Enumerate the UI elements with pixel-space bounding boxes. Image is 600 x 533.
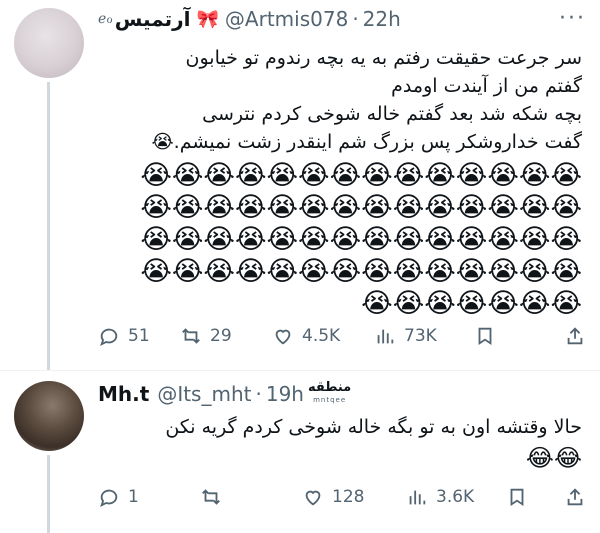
emoji-row: 😭😭😭😭😭😭😭😭😭😭😭😭😭😭 [140, 224, 582, 255]
reply-button[interactable]: 51 [98, 325, 180, 347]
text-line: گفت خداروشکر پس بزرگ شم اینقدر زشت نمیشم… [151, 131, 582, 153]
share-button[interactable] [564, 486, 586, 508]
retweet-count: 29 [210, 326, 232, 346]
emoji-row: 😭😭😭😭😭😭😭 [361, 288, 582, 319]
text-line: سر جرعت حقیقت رفتم به یه بچه رندوم تو خی… [185, 47, 582, 69]
views-count: 3.6K [436, 487, 475, 507]
tweet-1[interactable]: ℯℴ آرتمیس 🎀 @Artmis078 · 22h ··· سر جرعت… [0, 0, 600, 370]
separator-dot: · [255, 382, 262, 406]
share-button[interactable] [564, 325, 586, 347]
views-count: 73K [404, 326, 437, 346]
like-count: 128 [332, 487, 365, 507]
thread-line [47, 82, 50, 370]
timestamp[interactable]: 22h [363, 7, 401, 31]
bow-emoji-icon: 🎀 [196, 8, 219, 30]
reply-icon [100, 328, 118, 347]
like-icon [305, 490, 321, 506]
handle[interactable]: @Artmis078 [225, 7, 348, 31]
avatar[interactable] [14, 8, 84, 78]
emoji-line: 😂😂 [525, 444, 582, 472]
display-name[interactable]: Mh.t [98, 382, 149, 406]
emoji-row: 😭😭😭😭😭😭😭😭😭😭😭😭😭😭 [140, 160, 582, 191]
like-button[interactable]: 128 [302, 486, 406, 508]
reply-button[interactable]: 1 [98, 486, 200, 508]
views-button[interactable]: 3.6K [406, 486, 506, 508]
bookmark-icon [478, 327, 492, 346]
handle[interactable]: @Its_mht [157, 382, 251, 406]
more-options-icon[interactable]: ··· [559, 6, 586, 31]
watermark-logo: منطقه mntqee [307, 380, 352, 406]
name-suffix: ℯℴ [98, 11, 113, 27]
action-bar: 1 128 3.6K [98, 483, 586, 511]
views-icon [377, 329, 394, 344]
text-line: بچه شکه شد بعد گفتم خاله شوخی کردم نترسی [202, 103, 582, 125]
reply-count: 51 [128, 326, 150, 346]
retweet-button[interactable] [200, 486, 302, 508]
like-button[interactable]: 4.5K [272, 325, 374, 347]
share-icon [567, 488, 583, 506]
retweet-icon [182, 328, 200, 344]
action-bar: 51 29 4.5K 73K [98, 322, 586, 350]
like-icon [275, 329, 291, 345]
watermark-text: منطقه [307, 380, 352, 395]
tweet-header: ℯℴ آرتمیس 🎀 @Artmis078 · 22h [98, 4, 401, 34]
emoji-row: 😭😭😭😭😭😭😭😭😭😭😭😭😭😭 [140, 256, 582, 287]
display-name[interactable]: آرتمیس [115, 7, 191, 31]
tweet-header: Mh.t @Its_mht · 19h منطقه mntqee [98, 379, 355, 409]
share-icon [567, 327, 583, 345]
text-line: حالا وقتشه اون به تو بگه خاله شوخی کردم … [165, 416, 582, 438]
retweet-icon [202, 489, 220, 505]
like-count: 4.5K [302, 326, 341, 346]
bookmark-icon [510, 488, 524, 507]
watermark-subtext: mntqee [313, 396, 347, 404]
retweet-button[interactable]: 29 [180, 325, 272, 347]
text-line: گفتم من از آیندت اومدم [391, 75, 582, 97]
emoji-row: 😭😭😭😭😭😭😭😭😭😭😭😭😭😭 [140, 192, 582, 223]
tweet-2[interactable]: Mh.t @Its_mht · 19h منطقه mntqee حالا وق… [0, 371, 600, 533]
bookmark-button[interactable] [506, 486, 546, 508]
tweet-text: حالا وقتشه اون به تو بگه خاله شوخی کردم … [102, 413, 582, 475]
separator-dot: · [352, 7, 359, 31]
avatar[interactable] [14, 381, 84, 451]
reply-count: 1 [128, 487, 139, 507]
emoji-grid: 😭😭😭😭😭😭😭😭😭😭😭😭😭😭 😭😭😭😭😭😭😭😭😭😭😭😭😭😭 😭😭😭😭😭😭😭😭😭😭… [112, 160, 582, 320]
bookmark-button[interactable] [474, 325, 514, 347]
reply-icon [100, 489, 118, 508]
thread-line [47, 455, 50, 533]
timestamp[interactable]: 19h [266, 382, 304, 406]
views-button[interactable]: 73K [374, 325, 474, 347]
views-icon [409, 490, 426, 505]
tweet-text: سر جرعت حقیقت رفتم به یه بچه رندوم تو خی… [102, 44, 582, 156]
